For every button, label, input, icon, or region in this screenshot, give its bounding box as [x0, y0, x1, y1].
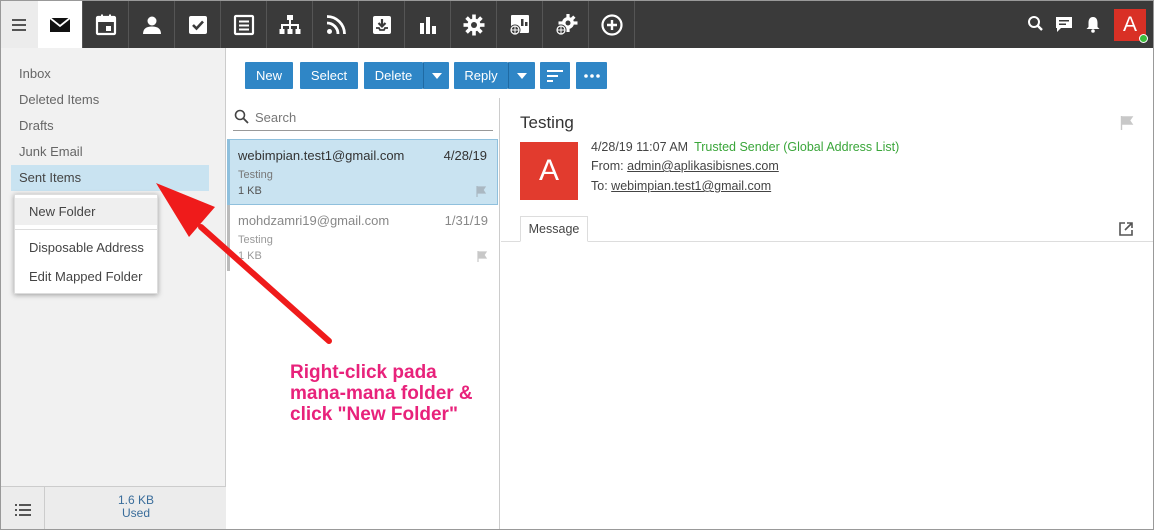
message-list: webimpian.test1@gmail.com 4/28/19 Testin… [227, 98, 500, 529]
message-sender: webimpian.test1@gmail.com [238, 148, 405, 163]
email-subject: Testing [520, 113, 574, 132]
folder-junk-email[interactable]: Junk Email [11, 139, 209, 165]
tasks-app-button[interactable] [176, 1, 221, 48]
annotation-text: Right-click pada mana-mana folder & clic… [290, 362, 520, 425]
reports-app-button[interactable] [406, 1, 451, 48]
message-size: 1 KB [238, 250, 262, 262]
bell-icon[interactable] [1083, 14, 1103, 34]
search-icon [234, 109, 249, 124]
notes-icon [233, 14, 255, 35]
message-size: 1 KB [238, 185, 262, 197]
folder-inbox[interactable]: Inbox [11, 61, 209, 87]
new-button[interactable]: New [245, 62, 293, 89]
sort-button[interactable] [540, 62, 570, 89]
online-status-dot [1139, 34, 1148, 43]
menu-item-new-folder[interactable]: New Folder [15, 198, 157, 225]
calendar-icon [95, 14, 117, 35]
annotation-line-2: mana-mana folder & [290, 383, 473, 404]
message-row[interactable]: mohdzamri19@gmail.com 1/31/19 Testing 1 … [227, 205, 498, 271]
chevron-down-icon [431, 72, 442, 79]
delete-button[interactable]: Delete [364, 62, 423, 89]
menu-item-edit-mapped-folder[interactable]: Edit Mapped Folder [15, 263, 157, 290]
chat-icon[interactable] [1054, 14, 1074, 34]
bar-chart-icon [420, 16, 436, 34]
search-input[interactable] [255, 107, 485, 127]
domain-reports-app-button[interactable] [498, 1, 543, 48]
person-icon [143, 16, 161, 34]
folder-drafts[interactable]: Drafts [11, 113, 209, 139]
org-chart-app-button[interactable] [268, 1, 313, 48]
email-meta-line: 4/28/19 11:07 AM Trusted Sender (Global A… [591, 140, 899, 154]
popout-icon[interactable] [1118, 221, 1134, 237]
message-subject: Testing [238, 169, 273, 181]
sidebar-footer: 1.6 KB Used [1, 486, 226, 529]
sort-icon [547, 69, 563, 82]
calendar-app-button[interactable] [84, 1, 129, 48]
from-label: From: [591, 159, 624, 173]
select-button[interactable]: Select [300, 62, 358, 89]
message-subject: Testing [238, 234, 273, 246]
reply-dropdown-button[interactable] [508, 62, 535, 89]
message-row-selected[interactable]: webimpian.test1@gmail.com 4/28/19 Testin… [227, 139, 498, 205]
gear-icon [463, 14, 485, 35]
search-icon[interactable] [1026, 14, 1046, 34]
search-box [233, 104, 493, 131]
message-date: 4/28/19 [443, 148, 487, 163]
message-sender: mohdzamri19@gmail.com [238, 213, 390, 228]
sender-avatar: A [520, 142, 578, 200]
top-app-bar: A [1, 1, 1153, 48]
flag-icon[interactable] [477, 251, 488, 262]
reading-pane: Testing A 4/28/19 11:07 AM Trusted Sender… [501, 98, 1153, 529]
tab-message[interactable]: Message [520, 216, 588, 242]
settings-app-button[interactable] [452, 1, 497, 48]
list-icon [14, 503, 31, 516]
chevron-down-icon [517, 72, 527, 79]
annotation-line-3: click "New Folder" [290, 404, 458, 425]
download-app-button[interactable] [360, 1, 405, 48]
notes-app-button[interactable] [222, 1, 267, 48]
delete-dropdown-button[interactable] [423, 62, 449, 89]
rss-app-button[interactable] [314, 1, 359, 48]
more-dots-icon [583, 73, 600, 78]
email-datetime: 4/28/19 11:07 AM [591, 140, 689, 154]
folder-deleted-items[interactable]: Deleted Items [11, 87, 209, 113]
flag-icon[interactable] [476, 186, 487, 197]
annotation-line-1: Right-click pada [290, 362, 437, 383]
to-label: To: [591, 179, 608, 193]
menu-toggle-button[interactable] [1, 1, 38, 48]
plus-circle-icon [601, 13, 623, 36]
email-from-line: From: admin@aplikasibisnes.com [591, 159, 779, 173]
to-address-link[interactable]: webimpian.test1@gmail.com [611, 179, 771, 193]
email-to-line: To: webimpian.test1@gmail.com [591, 179, 771, 193]
folder-sent-items[interactable]: Sent Items [11, 165, 209, 191]
sitemap-icon [279, 14, 301, 34]
menu-divider [15, 229, 157, 230]
contacts-app-button[interactable] [130, 1, 175, 48]
checkbox-icon [189, 15, 207, 34]
rss-icon [326, 14, 346, 34]
hamburger-icon [11, 18, 26, 31]
gear-globe-icon [555, 13, 578, 35]
reply-button[interactable]: Reply [454, 62, 508, 89]
mail-app-button[interactable] [38, 1, 83, 48]
inbox-download-icon [373, 15, 391, 34]
folder-context-menu: New Folder Disposable Address Edit Mappe… [14, 194, 158, 294]
tab-divider [501, 241, 1153, 242]
storage-usage-label: Used [121, 506, 150, 520]
domain-settings-app-button[interactable] [544, 1, 589, 48]
add-app-button[interactable] [590, 1, 635, 48]
message-date: 1/31/19 [444, 213, 488, 228]
menu-item-disposable-address[interactable]: Disposable Address [15, 234, 157, 261]
trusted-sender-label: Trusted Sender (Global Address List) [694, 140, 900, 154]
envelope-icon [49, 16, 71, 32]
webmail-window: A Inbox Deleted Items Drafts Junk Email … [0, 0, 1154, 530]
chart-globe-icon [509, 14, 529, 35]
flag-icon[interactable] [1120, 116, 1134, 130]
storage-usage: 1.6 KB Used [46, 494, 226, 520]
folder-list-toggle[interactable] [1, 487, 45, 529]
from-address-link[interactable]: admin@aplikasibisnes.com [627, 159, 779, 173]
more-actions-button[interactable] [576, 62, 607, 89]
